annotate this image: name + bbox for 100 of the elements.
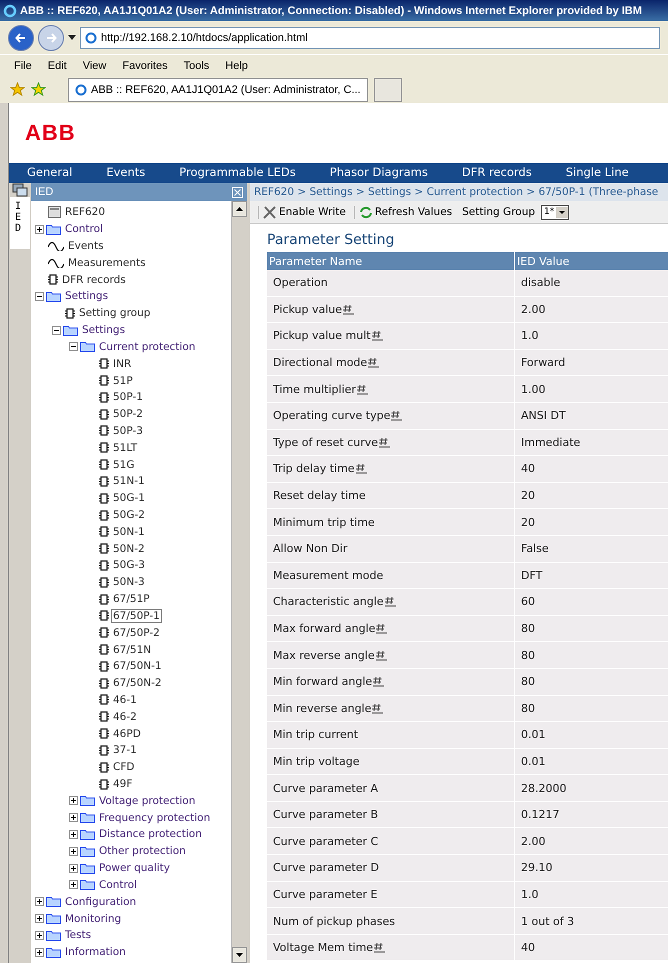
menu-item[interactable]: Favorites xyxy=(114,60,176,72)
tree-item[interactable]: Power quality xyxy=(97,861,172,876)
tree-item[interactable]: Information xyxy=(63,945,128,960)
tree-item[interactable]: 50G-3 xyxy=(111,558,147,572)
nav-tab[interactable]: Programmable LEDs xyxy=(179,163,296,183)
collapse-icon[interactable] xyxy=(35,292,44,301)
tree-item[interactable]: 67/51P xyxy=(111,592,152,606)
tree-item[interactable]: Measurements xyxy=(66,256,148,270)
tree-item[interactable]: Tests xyxy=(63,928,94,942)
menu-item[interactable]: Help xyxy=(217,60,256,72)
nav-tab[interactable]: Phasor Diagrams xyxy=(330,163,428,183)
nav-tab[interactable]: Single Line xyxy=(566,163,629,183)
tree-item[interactable]: Other protection xyxy=(97,844,188,858)
tree-item[interactable]: 49F xyxy=(111,777,134,792)
dropdown-icon[interactable] xyxy=(556,206,568,218)
tree-item[interactable]: Voltage protection xyxy=(97,794,198,808)
chip-icon xyxy=(99,459,109,470)
menu-item[interactable]: Tools xyxy=(176,60,218,72)
chip-icon xyxy=(99,610,109,622)
tree-item[interactable]: REF620 xyxy=(63,205,108,220)
collapse-icon[interactable] xyxy=(52,326,61,335)
computer-icon[interactable] xyxy=(12,183,28,197)
tree-item[interactable]: Setting group xyxy=(77,306,152,320)
expand-icon[interactable] xyxy=(69,880,78,890)
scroll-down-icon[interactable] xyxy=(236,953,243,957)
expand-icon[interactable] xyxy=(69,796,78,806)
tree-item[interactable]: 51LT xyxy=(111,440,140,455)
folder-icon xyxy=(80,862,95,874)
tree-item[interactable]: 50P-1 xyxy=(111,390,145,404)
tree-item[interactable]: 46PD xyxy=(111,726,143,741)
forward-button[interactable] xyxy=(38,24,64,50)
menu-item[interactable]: File xyxy=(6,60,40,72)
expand-icon[interactable] xyxy=(35,930,44,940)
page-heading: Parameter Setting xyxy=(266,231,396,250)
tree-item[interactable]: Frequency protection xyxy=(97,810,212,825)
tree-item[interactable]: Distance protection xyxy=(97,827,204,842)
expand-icon[interactable] xyxy=(69,864,78,873)
tree-item[interactable]: 50G-2 xyxy=(111,508,147,522)
chip-icon xyxy=(99,778,109,790)
chip-icon xyxy=(99,543,109,554)
setting-group-select[interactable]: 1* xyxy=(541,204,570,220)
menu-item[interactable]: Edit xyxy=(40,60,75,72)
collapse-icon[interactable] xyxy=(69,342,78,352)
table-cell: Time multiplier xyxy=(267,376,515,403)
nav-tab[interactable]: DFR records xyxy=(462,163,532,183)
tree-item[interactable]: 51N-1 xyxy=(111,474,147,488)
tree-item[interactable]: CFD xyxy=(111,760,136,774)
folder-icon xyxy=(46,930,61,941)
expand-icon[interactable] xyxy=(35,897,44,906)
tree-item[interactable]: 51G xyxy=(111,458,136,472)
tree-item[interactable]: Current protection xyxy=(97,340,198,354)
close-icon[interactable] xyxy=(232,186,243,198)
tree-item[interactable]: Settings xyxy=(63,289,110,304)
nav-tab[interactable]: Events xyxy=(106,163,146,183)
tree-item[interactable]: Configuration xyxy=(63,894,138,909)
tree-item[interactable]: Control xyxy=(63,222,105,236)
expand-icon[interactable] xyxy=(35,224,44,234)
back-button[interactable] xyxy=(8,24,34,50)
tree-item[interactable]: 46-2 xyxy=(111,710,139,724)
menu-item[interactable]: View xyxy=(74,60,114,72)
tree-item[interactable]: 50P-2 xyxy=(111,407,145,422)
refresh-button[interactable]: Refresh Values xyxy=(354,206,456,218)
tree-item[interactable]: 51P xyxy=(111,374,135,388)
tree-item[interactable]: Control xyxy=(97,878,139,892)
tree-item[interactable]: 67/50N-2 xyxy=(111,676,164,690)
tree-item[interactable]: 50P-3 xyxy=(111,424,145,438)
side-tab[interactable]: IED xyxy=(10,197,30,249)
expand-icon[interactable] xyxy=(69,813,78,822)
tree-item[interactable]: 50N-1 xyxy=(111,524,147,539)
tree-item[interactable]: DFR records xyxy=(60,272,128,287)
tree-item[interactable]: INR xyxy=(111,356,134,371)
tree-item[interactable]: 46-1 xyxy=(111,692,139,707)
expand-icon[interactable] xyxy=(69,846,78,856)
scrollbar[interactable] xyxy=(231,201,247,963)
tree-item[interactable]: 67/50N-1 xyxy=(111,659,164,674)
chip-icon xyxy=(99,744,109,756)
table-cell: Directional mode xyxy=(267,350,515,376)
tree-item[interactable]: 67/50P-2 xyxy=(111,626,162,640)
chip-icon xyxy=(99,358,109,370)
tree-item[interactable]: 37-1 xyxy=(111,743,139,758)
tree-item[interactable]: 50N-2 xyxy=(111,542,147,556)
address-field[interactable]: http://192.168.2.10/htdocs/application.html xyxy=(80,26,660,48)
dropdown-icon[interactable] xyxy=(68,35,76,40)
tree-item[interactable]: 50N-3 xyxy=(111,575,147,590)
browser-tab[interactable]: ABB :: REF620, AA1J1Q01A2 (User: Administrator, C... xyxy=(68,78,368,102)
chip-icon xyxy=(99,476,109,487)
tree-item[interactable]: 50G-1 xyxy=(111,491,147,506)
star-icon[interactable] xyxy=(10,82,25,97)
expand-icon[interactable] xyxy=(69,830,78,839)
tree-item[interactable]: Monitoring xyxy=(63,912,124,926)
add-star-icon[interactable] xyxy=(31,82,46,97)
scroll-up-icon[interactable] xyxy=(236,207,243,211)
tree-item[interactable]: Settings xyxy=(80,323,128,338)
tree-item[interactable]: Events xyxy=(66,239,106,254)
tree-item[interactable]: 67/50P-1 xyxy=(111,608,162,623)
nav-tab[interactable]: General xyxy=(27,163,72,183)
tree-item[interactable]: 67/51N xyxy=(111,642,154,657)
expand-icon[interactable] xyxy=(35,914,44,924)
enable-write-button[interactable]: Enable Write xyxy=(258,206,350,218)
expand-icon[interactable] xyxy=(35,948,44,957)
